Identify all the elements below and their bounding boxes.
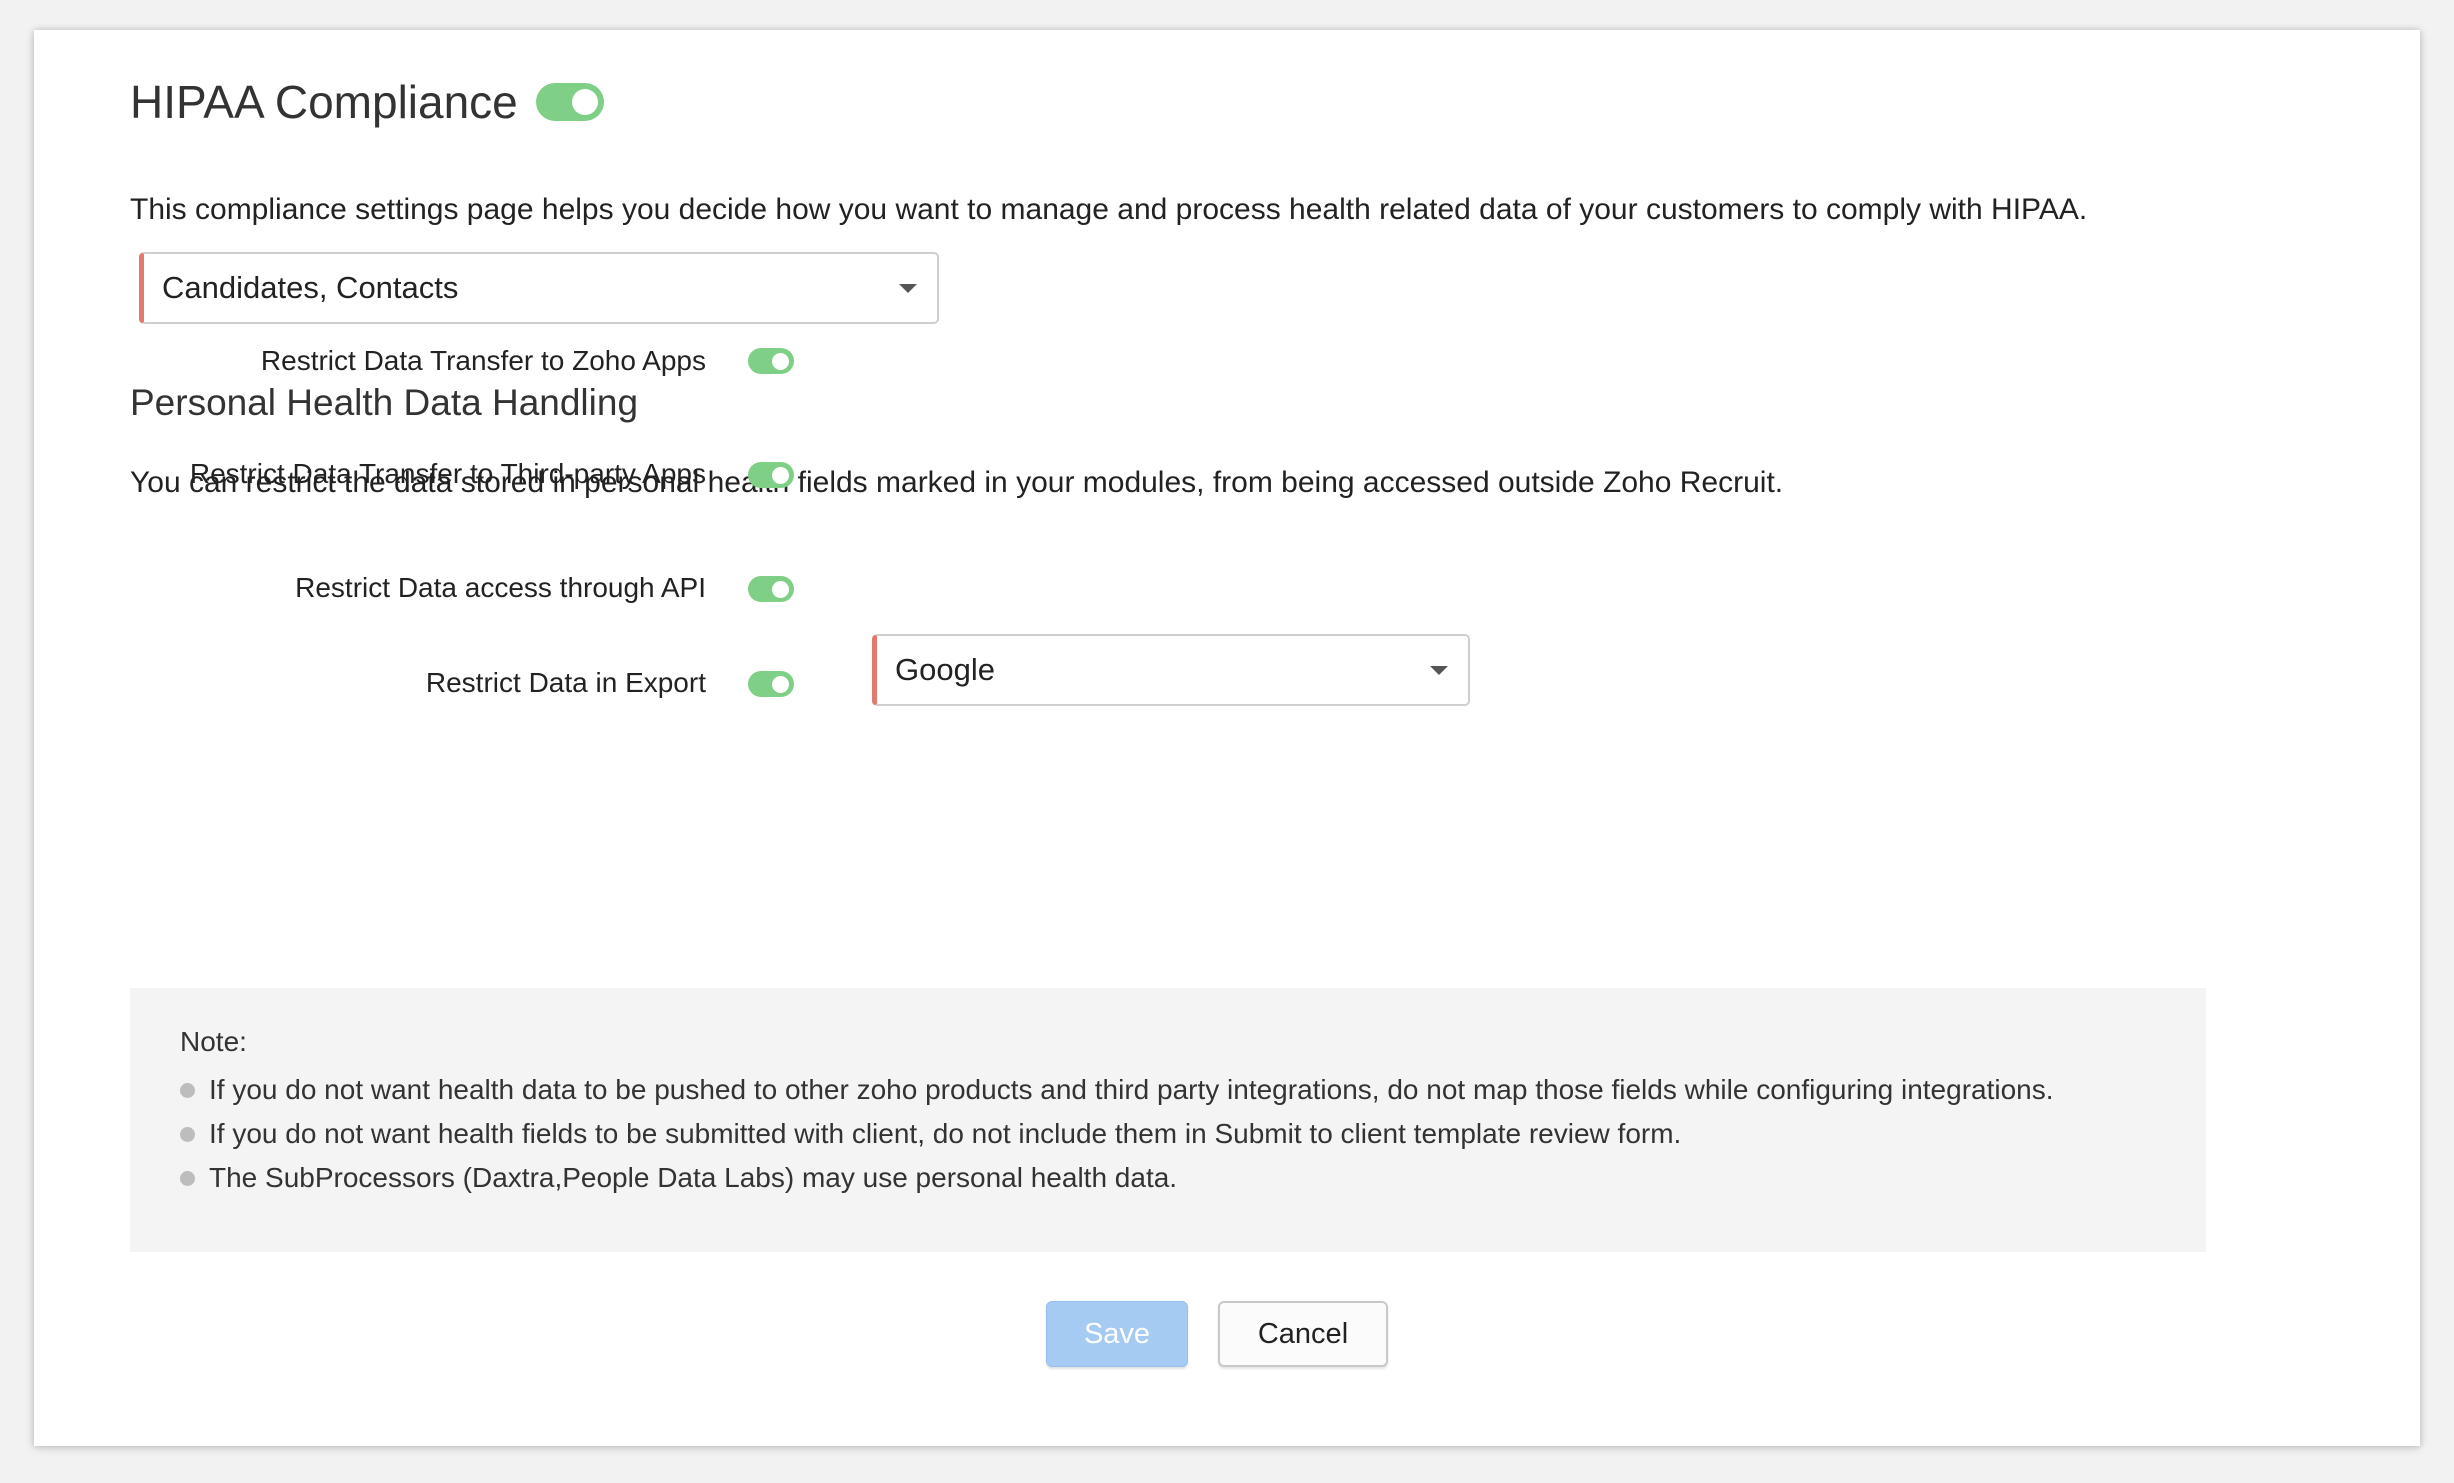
modules-select[interactable]: Candidates, Contacts [139, 252, 939, 324]
toggle-knob [772, 675, 789, 693]
modules-select-value: Candidates, Contacts [162, 270, 459, 305]
note-item: If you do not want health fields to be s… [180, 1112, 2054, 1156]
bullet-icon [180, 1126, 195, 1142]
toggle-knob [571, 89, 598, 115]
option-label-export: Restrict Data in Export [425, 667, 706, 698]
option-label-zoho-apps: Restrict Data Transfer to Zoho Apps [260, 345, 706, 376]
note-title: Note: [180, 1026, 247, 1057]
save-button[interactable]: Save [1046, 1301, 1188, 1367]
chevron-down-icon [899, 283, 917, 293]
note-item: The SubProcessors (Daxtra,People Data La… [180, 1156, 2054, 1200]
toggle-third-party-apps[interactable] [748, 462, 794, 488]
option-label-third-party-apps: Restrict Data Transfer to Third-party Ap… [189, 458, 706, 489]
toggle-export[interactable] [748, 671, 794, 697]
bullet-icon [180, 1082, 195, 1098]
option-label-api-access: Restrict Data access through API [295, 572, 706, 603]
note-item: If you do not want health data to be pus… [180, 1068, 2054, 1112]
note-item-text: The SubProcessors (Daxtra,People Data La… [209, 1162, 1178, 1193]
toggle-api-access[interactable] [748, 576, 794, 602]
page-title: HIPAA Compliance [130, 76, 518, 128]
page-description: This compliance settings page helps you … [130, 193, 2088, 226]
chevron-down-icon [1430, 665, 1448, 675]
section-title: Personal Health Data Handling [130, 382, 639, 423]
toggle-knob [772, 466, 789, 484]
bullet-icon [180, 1170, 195, 1186]
third-party-apps-select[interactable]: Google [872, 634, 1470, 706]
toggle-zoho-apps[interactable] [748, 348, 794, 374]
note-list: If you do not want health data to be pus… [180, 1068, 2054, 1200]
note-box: Note: If you do not want health data to … [130, 988, 2206, 1252]
note-item-text: If you do not want health data to be pus… [209, 1074, 2054, 1105]
toggle-knob [772, 580, 789, 598]
note-item-text: If you do not want health fields to be s… [209, 1118, 1682, 1149]
cancel-button[interactable]: Cancel [1218, 1301, 1388, 1367]
title-row: HIPAA Compliance [130, 68, 604, 136]
toggle-knob [772, 352, 789, 370]
hipaa-settings-panel: HIPAA Compliance This compliance setting… [34, 30, 2420, 1446]
third-party-apps-select-value: Google [895, 652, 995, 687]
hipaa-compliance-toggle[interactable] [535, 83, 604, 121]
